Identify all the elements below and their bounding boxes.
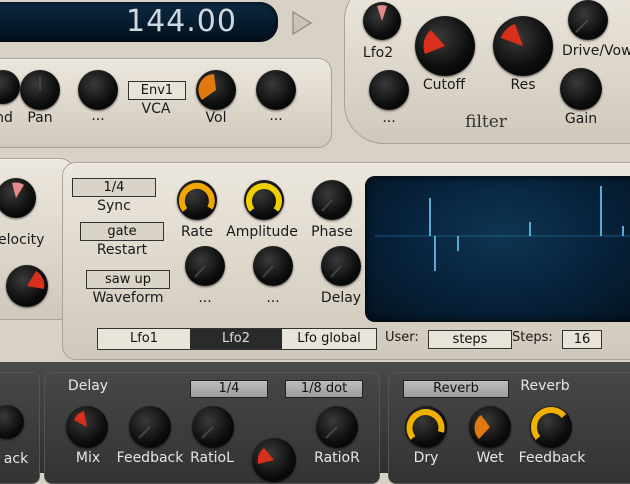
velocity-label: elocity: [0, 232, 45, 248]
rate-label: Rate: [180, 224, 214, 240]
reverb-feedback-label: Feedback: [518, 450, 586, 466]
amplitude-label: Amplitude: [226, 224, 298, 240]
step-sequencer-display[interactable]: [365, 176, 630, 322]
play-arrow-icon[interactable]: [291, 10, 313, 36]
lfo-knob-dots-1[interactable]: [185, 246, 225, 286]
gain-label: Gain: [564, 111, 598, 127]
vca-label-nd: nd: [0, 110, 13, 126]
delay-knob[interactable]: [321, 246, 361, 286]
user-label: User:: [385, 330, 419, 345]
vca-knob-2[interactable]: [256, 70, 296, 110]
vca-knob-1[interactable]: [78, 70, 118, 110]
left-knob-2[interactable]: [6, 265, 48, 307]
vol-knob[interactable]: [196, 70, 236, 110]
delay-mix-knob[interactable]: [66, 406, 108, 448]
lfo-dots-1-label: ...: [198, 290, 212, 306]
ratio-r-knob[interactable]: [316, 406, 358, 448]
filter-dots-label: ...: [382, 110, 396, 126]
ratio-l-knob[interactable]: [192, 406, 234, 448]
delay-title: Delay: [67, 378, 109, 394]
reverb-dry-label: Dry: [413, 450, 439, 466]
reverb-wet-label: Wet: [476, 450, 504, 466]
steps-label: Steps:: [512, 330, 553, 345]
ratio-r-label: RatioR: [314, 450, 360, 466]
vol-label: Vol: [205, 110, 227, 126]
pan-knob[interactable]: [20, 70, 60, 110]
cutoff-knob[interactable]: [415, 16, 475, 76]
phase-knob[interactable]: [312, 180, 352, 220]
env-select[interactable]: Env1: [128, 81, 186, 100]
steps-input[interactable]: 16: [562, 330, 602, 349]
cutoff-label: Cutoff: [422, 77, 466, 93]
reverb-wet-knob[interactable]: [469, 406, 511, 448]
vca-knob-2-label: ...: [269, 108, 283, 124]
user-select[interactable]: steps: [428, 330, 512, 349]
vca-knob-1-label: ...: [91, 108, 105, 124]
lfo-knob-dots-2[interactable]: [253, 246, 293, 286]
reverb-select[interactable]: Reverb: [403, 380, 509, 398]
sync-select[interactable]: 1/4: [72, 178, 156, 197]
amplitude-knob[interactable]: [244, 180, 284, 220]
filter-knob-dots[interactable]: [369, 70, 409, 110]
ratio-l-label: RatioL: [190, 450, 234, 466]
pan-label: Pan: [27, 110, 53, 126]
ratio-r-select[interactable]: 1/8 dot: [285, 380, 363, 398]
tab-lfo2[interactable]: Lfo2: [190, 329, 282, 349]
tab-lfo-global[interactable]: Lfo global: [282, 329, 376, 349]
delay-mix-label: Mix: [75, 450, 101, 466]
delay-feedback-knob[interactable]: [129, 406, 171, 448]
rate-knob[interactable]: [177, 180, 217, 220]
res-knob[interactable]: [493, 16, 553, 76]
left-bottom-label: ack: [3, 451, 29, 467]
vca-title: VCA: [141, 101, 171, 117]
drive-knob[interactable]: [568, 0, 608, 40]
gain-knob[interactable]: [560, 68, 602, 110]
lfo-dots-2-label: ...: [266, 290, 280, 306]
filter-title: filter: [465, 112, 507, 132]
restart-label: Restart: [96, 242, 148, 258]
step-bars: [375, 186, 630, 271]
waveform-label: Waveform: [92, 290, 164, 306]
tempo-value: 144.00: [126, 4, 237, 39]
ratio-l-select[interactable]: 1/4: [190, 380, 268, 398]
res-label: Res: [510, 77, 536, 93]
waveform-select[interactable]: saw up: [86, 270, 170, 289]
lfo2-mod-knob[interactable]: [363, 2, 401, 40]
delay-label: Delay: [320, 290, 362, 306]
lfo2-label: Lfo2: [362, 45, 394, 61]
phase-label: Phase: [311, 224, 353, 240]
tab-lfo1[interactable]: Lfo1: [98, 329, 190, 349]
left-knob-1[interactable]: [0, 178, 36, 218]
reverb-dry-knob[interactable]: [405, 406, 447, 448]
restart-select[interactable]: gate: [80, 222, 164, 241]
delay-center-knob[interactable]: [252, 438, 296, 482]
reverb-title: Reverb: [520, 378, 570, 394]
delay-feedback-label: Feedback: [116, 450, 184, 466]
drive-label: Drive/Vow: [562, 43, 630, 59]
reverb-feedback-knob[interactable]: [530, 406, 572, 448]
sync-label: Sync: [97, 198, 131, 214]
